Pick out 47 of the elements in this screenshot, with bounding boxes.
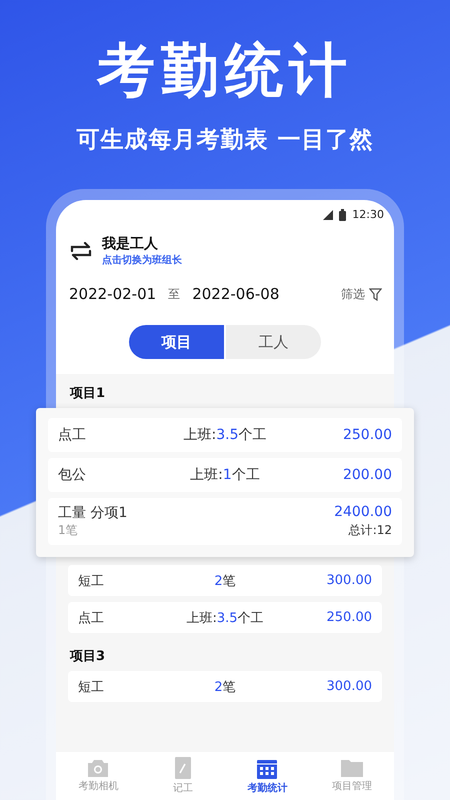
record-count: 1笔 (58, 522, 78, 539)
nav-tab[interactable]: 考勤统计 (225, 752, 310, 800)
start-date[interactable]: 2022-02-01 (69, 285, 156, 303)
amount: 200.00 (342, 467, 392, 483)
record-row[interactable]: 短工 2笔 300.00 (68, 671, 382, 702)
record-row[interactable]: 包公 上班:1个工 200.00 (48, 458, 402, 492)
date-separator: 至 (168, 286, 180, 302)
work-type: 工量 分项1 (58, 504, 128, 522)
record-row[interactable]: 点工 上班:3.5个工 250.00 (48, 418, 402, 452)
work-count: 2笔 (213, 678, 237, 696)
banner-title: 考勤统计 (96, 35, 354, 106)
record-row[interactable]: 短工 2笔 300.00 (68, 565, 382, 596)
amount: 2400.00 (333, 504, 392, 522)
work-type: 点工 (58, 426, 87, 444)
project-title: 项目1 (70, 385, 106, 402)
user-role: 我是工人 (102, 235, 159, 253)
signal-icon (323, 210, 334, 220)
record-row[interactable]: 点工 上班:3.5个工 250.00 (68, 602, 382, 633)
end-date[interactable]: 2022-06-08 (192, 285, 280, 303)
calendar-icon (257, 758, 278, 778)
notebook-icon (174, 757, 192, 779)
banner-subtitle: 可生成每月考勤表 一目了然 (76, 126, 374, 155)
amount: 300.00 (326, 573, 372, 588)
work-type: 短工 (78, 572, 105, 590)
tab[interactable]: 项目 (129, 325, 224, 359)
work-type: 短工 (78, 678, 105, 696)
folder-icon (340, 759, 363, 777)
amount: 300.00 (326, 679, 372, 694)
record-row[interactable]: 工量 分项1 2400.00 1笔 总计:12 (48, 498, 402, 545)
camera-icon (87, 759, 110, 777)
work-type: 包公 (58, 466, 87, 484)
work-count: 上班:3.5个工 (182, 426, 268, 444)
tab[interactable]: 工人 (226, 325, 321, 359)
total-quantity: 总计:12 (348, 522, 392, 539)
filter-button[interactable]: 筛选 (341, 286, 382, 302)
work-type: 点工 (78, 610, 105, 626)
work-count: 上班:1个工 (189, 466, 261, 484)
status-time: 12:30 (352, 208, 384, 221)
switch-role-link[interactable]: 点击切换为班组长 (102, 253, 182, 267)
filter-icon (369, 288, 382, 300)
work-count: 上班:3.5个工 (185, 610, 265, 626)
work-count: 2笔 (213, 572, 237, 590)
amount: 250.00 (326, 610, 372, 625)
swap-icon[interactable] (70, 242, 92, 260)
battery-icon (339, 208, 346, 220)
amount: 250.00 (342, 427, 392, 443)
project-title: 项目3 (70, 648, 106, 665)
